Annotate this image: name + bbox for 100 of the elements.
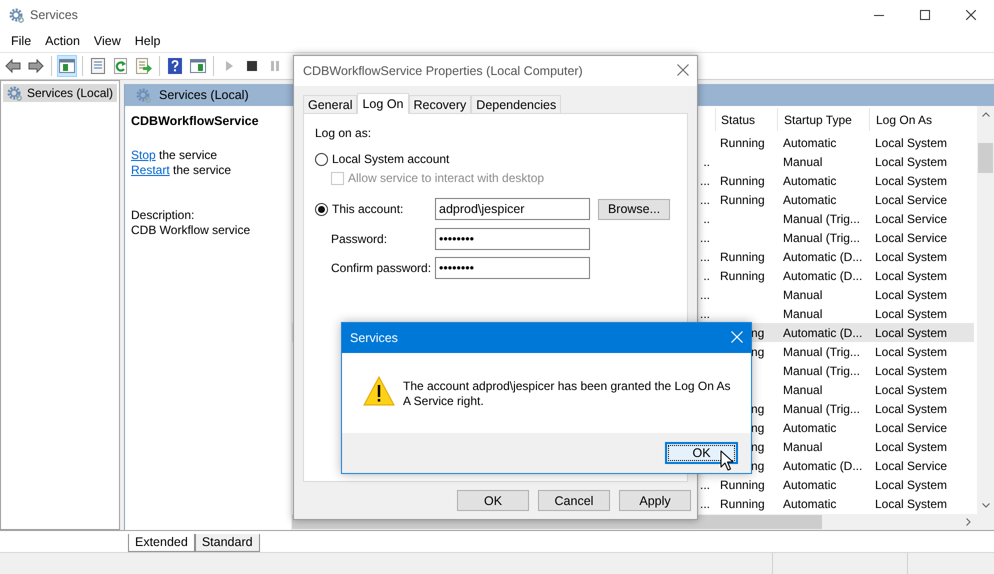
radio-label[interactable]: Local System account [332,152,450,166]
action-text: Stop the service [131,148,218,163]
table-cell-text: Manual (Trig... [782,364,861,378]
table-cell: Running [720,250,765,264]
pane-title: Services (Local) [159,88,249,102]
maximize-icon [920,10,930,20]
table-cell-text: Local System [874,344,948,358]
confirm-password-label: Confirm password: [330,261,432,275]
table-cell: Running [720,174,765,188]
table-cell-text: Local Service [874,212,948,226]
description-text: CDB Workflow service [131,223,252,238]
export-button[interactable] [134,55,154,77]
table-cell-text: Local Service [874,192,948,206]
table-cell-text: Local System [874,496,948,510]
message-text: The account adprod\jespicer has been granted the Log On As A Service right. [403,379,732,410]
table-cell-text: Manual (Trig... [782,230,861,244]
log-on-label: Log on as: [315,126,372,140]
table-cell-text: Local System [874,288,948,302]
close-button[interactable] [677,64,689,78]
apply-button[interactable]: Apply [619,490,691,511]
table-cell-text: Manual [782,306,824,320]
view-tab[interactable]: Extended [128,534,195,552]
table-cell: ... [700,288,710,302]
table-cell-text: Local System [874,402,948,416]
table-cell-text: Local System [874,250,948,264]
table-cell-text: Local System [874,326,948,340]
radio-button[interactable] [315,202,328,216]
close-icon [966,10,976,20]
export-icon [136,58,152,74]
table-cell: Running [720,496,765,510]
menu-item[interactable]: View [86,34,128,48]
action-text: Restart the service [131,163,232,178]
action-link[interactable]: Stop [131,148,156,162]
table-cell: ... [700,230,710,244]
table-cell: ... [700,250,710,264]
document-icon [90,58,106,74]
table-cell-text: Local Service [874,230,948,244]
table-cell-text: Local System [874,174,948,188]
account-field[interactable]: adprod\jespicer [435,198,590,220]
action-link[interactable]: Restart [131,163,170,177]
checkbox-label: Allow service to interact with desktop [348,171,544,185]
vertical-scrollbar[interactable] [977,106,994,514]
menu-item[interactable]: Action [38,34,87,48]
table-cell: ... [700,478,710,492]
dialog-tab[interactable]: Dependencies [471,95,562,113]
table-cell-text: Manual [782,440,824,454]
table-cell: ... [700,192,710,206]
table-cell-text: Automatic (D... [782,326,864,340]
password-field[interactable]: •••••••• [435,228,590,250]
ok-button[interactable]: OK [457,490,529,511]
service-name: CDBWorkflowService [131,114,260,129]
dialog-tab[interactable]: General [303,95,358,113]
ok-button[interactable]: OK [665,442,738,464]
table-cell: ng [751,440,764,454]
table-cell-text: Automatic [782,192,838,206]
help-icon [167,58,183,74]
column-header[interactable]: Status [715,108,777,131]
table-cell-text: Automatic (D... [782,458,864,472]
dialog-tab[interactable]: Recovery [408,95,472,113]
cursor-icon [720,450,734,471]
browse-button[interactable]: Browse... [598,198,670,220]
properties-button[interactable] [88,55,108,77]
dialog-tab[interactable]: Log On [357,93,408,114]
table-cell-text: Automatic (D... [782,250,864,264]
message-title: Services [350,331,398,345]
table-cell-text: Local Service [874,420,948,434]
cancel-button[interactable]: Cancel [538,490,610,511]
radio-button[interactable] [315,152,328,166]
chevron-up-icon [982,112,990,117]
table-cell: ... [700,174,710,188]
table-cell: Running [720,192,765,206]
window-title: Services [30,8,78,22]
tree-toggle-button[interactable] [57,55,77,77]
password-label: Password: [330,232,388,246]
table-cell-text: Automatic [782,420,838,434]
help-button[interactable] [165,55,185,77]
table-cell: ng [751,344,764,358]
table-cell: ng [751,420,764,434]
table-cell: Running [720,136,765,150]
table-cell-text: Local System [874,136,948,150]
view-tab[interactable]: Standard [194,534,260,552]
confirm-password-field[interactable]: •••••••• [435,257,590,279]
menu-item[interactable]: File [4,34,38,48]
close-icon [677,64,689,76]
table-cell-text: Manual [782,382,824,396]
tree-item[interactable]: Services (Local) [3,84,117,102]
table-cell: .. [703,154,710,168]
table-cell: ... [700,496,710,510]
close-button[interactable] [731,330,743,346]
column-header[interactable]: Startup Type [777,108,869,131]
table-cell-text: Manual (Trig... [782,212,861,226]
menu-item[interactable]: Help [128,34,168,48]
column-header[interactable]: Log On As [869,108,974,131]
scrollbar-thumb[interactable] [978,143,993,173]
radio-label[interactable]: This account: [332,202,404,216]
table-cell: .. [703,268,710,282]
table-cell-text: Local Service [874,458,948,472]
table-cell: Running [720,478,765,492]
description-label: Description: [131,208,196,223]
table-cell-text: Automatic [782,496,838,510]
